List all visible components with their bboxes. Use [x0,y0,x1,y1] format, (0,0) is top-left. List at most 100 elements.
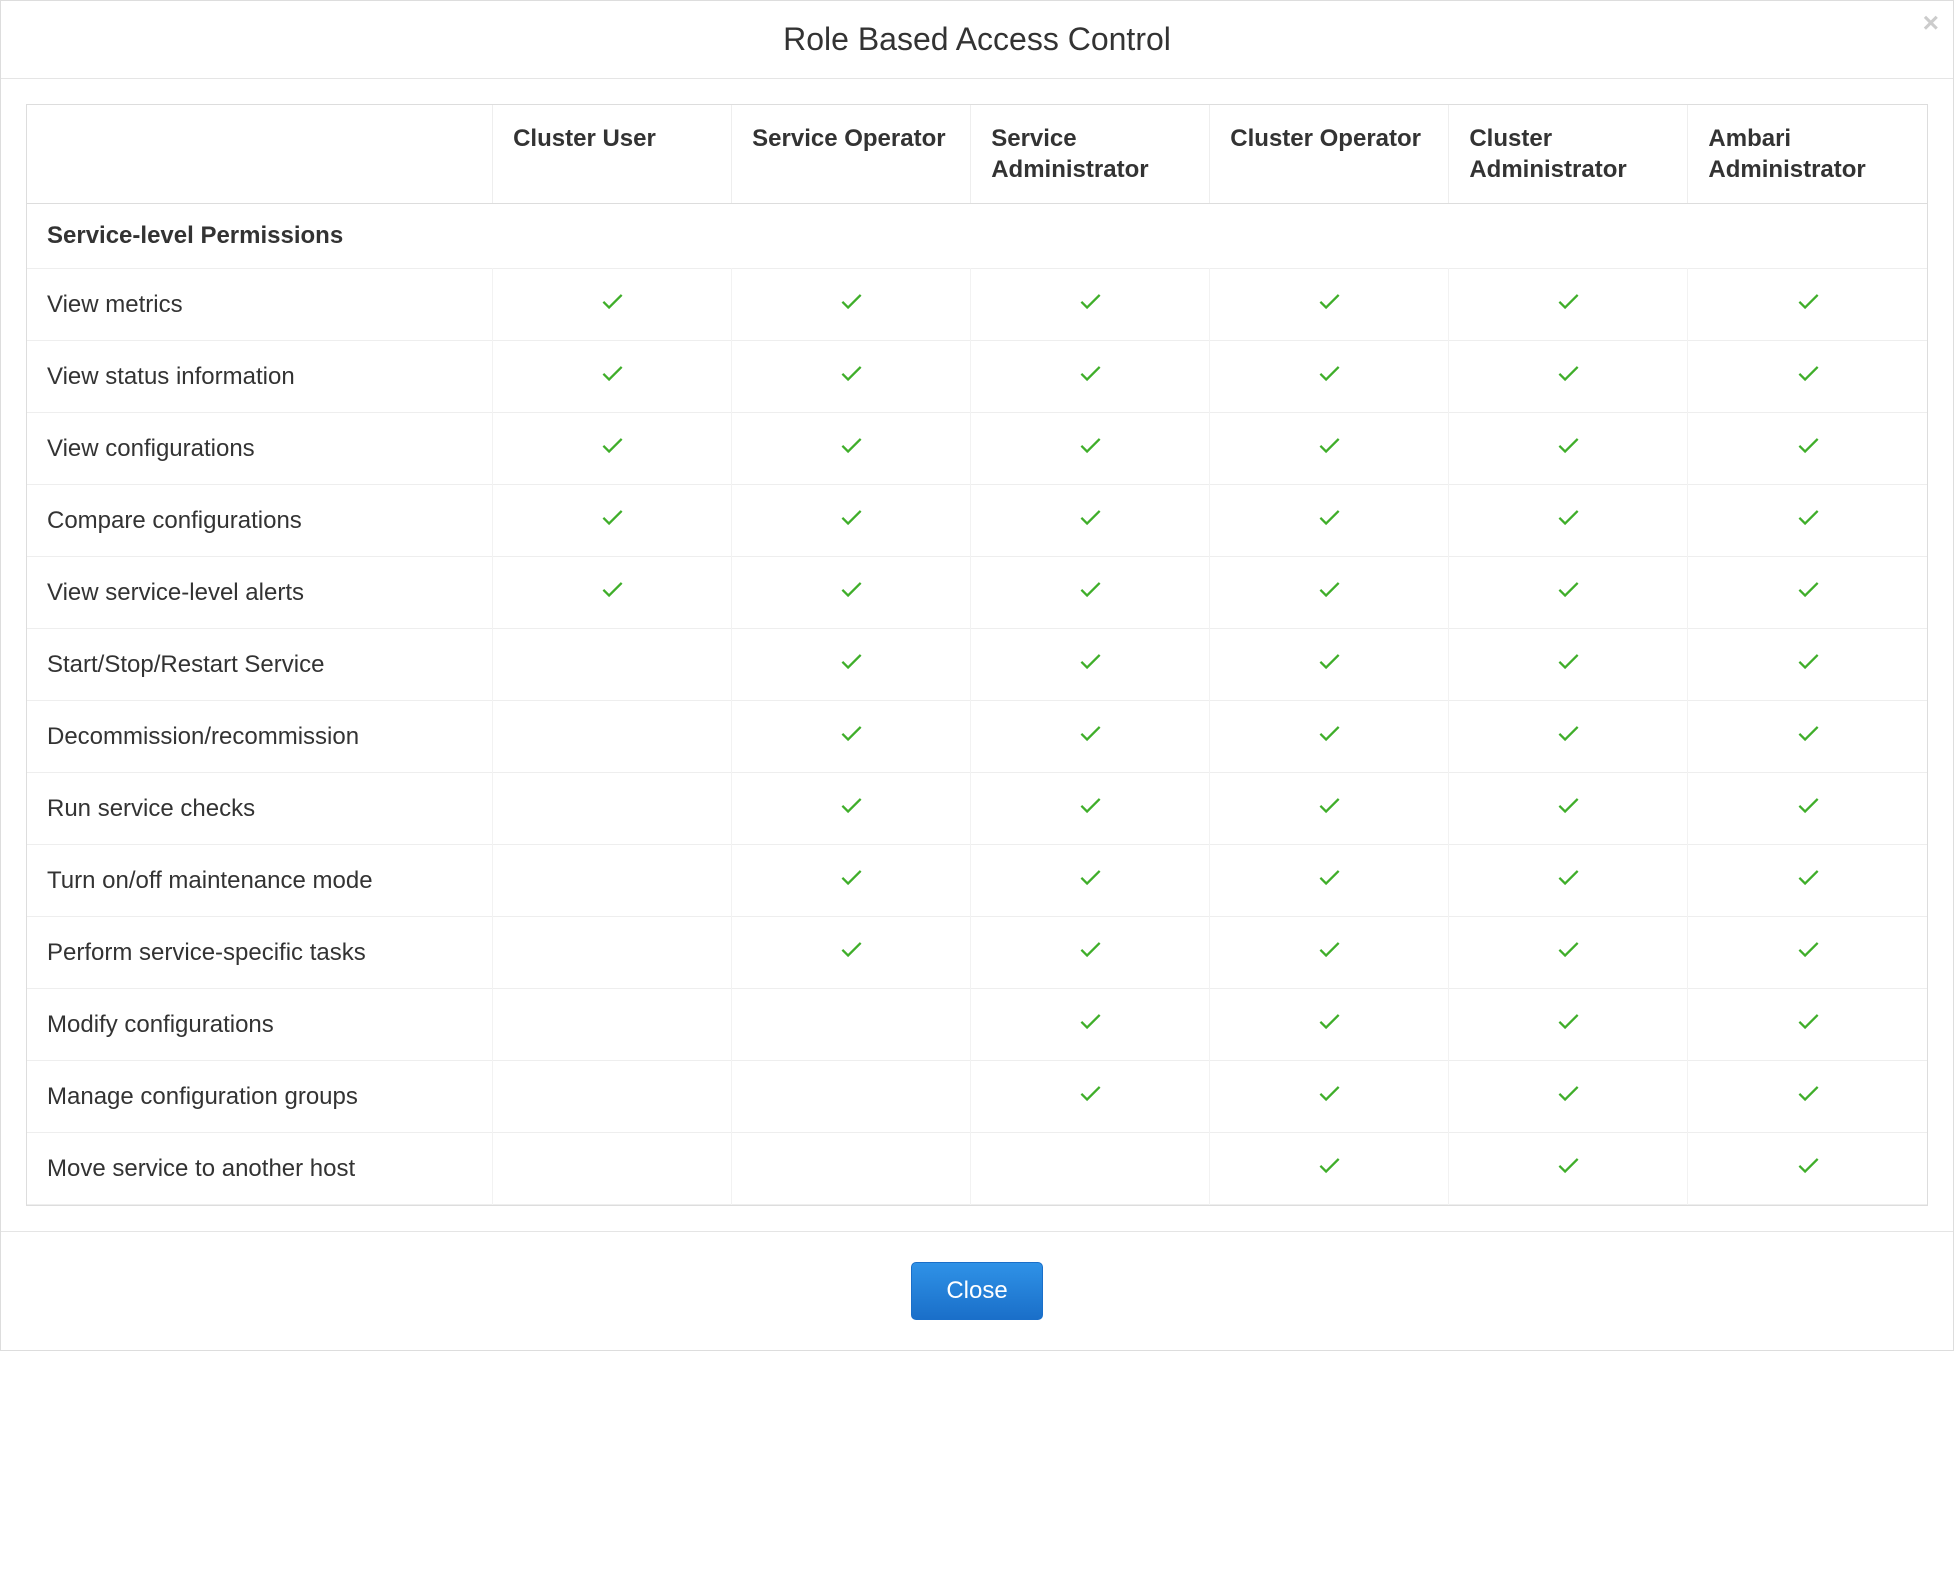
check-icon [598,431,626,459]
check-icon [1315,647,1343,675]
permission-cell [732,629,971,701]
table-row: View service-level alerts [27,557,1927,629]
check-icon [837,503,865,531]
check-icon [1794,647,1822,675]
modal-body: Cluster UserService OperatorService Admi… [1,79,1953,1231]
check-icon [1076,575,1104,603]
permission-cell [1688,629,1927,701]
check-icon [1794,863,1822,891]
check-icon [837,359,865,387]
permission-cell [1688,341,1927,413]
permission-cell [1210,557,1449,629]
section-header-row: Service-level Permissions [27,204,1927,269]
check-icon [1076,287,1104,315]
check-icon [1794,719,1822,747]
check-icon [1794,287,1822,315]
permission-cell [971,1133,1210,1205]
column-header-role: Cluster Administrator [1449,105,1688,204]
permission-cell [1449,341,1688,413]
column-header-role: Service Operator [732,105,971,204]
modal-header: Role Based Access Control × [1,1,1953,79]
check-icon [1554,431,1582,459]
permission-cell [1210,917,1449,989]
check-icon [1315,1007,1343,1035]
permission-cell [1688,413,1927,485]
close-button[interactable]: Close [911,1262,1042,1320]
permission-cell [971,629,1210,701]
check-icon [1554,1079,1582,1107]
permission-cell [1449,629,1688,701]
check-icon [1076,935,1104,963]
permission-cell [1449,269,1688,341]
close-icon[interactable]: × [1923,9,1939,37]
check-icon [598,503,626,531]
permission-cell [971,701,1210,773]
permission-cell [732,701,971,773]
check-icon [837,791,865,819]
check-icon [1554,503,1582,531]
permission-label: Perform service-specific tasks [27,917,493,989]
table-row: Run service checks [27,773,1927,845]
permission-cell [493,269,732,341]
permissions-table: Cluster UserService OperatorService Admi… [26,104,1928,1206]
permission-label: Move service to another host [27,1133,493,1205]
permission-cell [493,917,732,989]
permission-cell [971,773,1210,845]
permission-cell [971,845,1210,917]
permission-label: Start/Stop/Restart Service [27,629,493,701]
check-icon [837,719,865,747]
check-icon [1794,791,1822,819]
check-icon [1315,431,1343,459]
permission-cell [732,413,971,485]
check-icon [837,647,865,675]
permission-label: View status information [27,341,493,413]
permission-cell [1688,773,1927,845]
permission-cell [1688,701,1927,773]
check-icon [837,575,865,603]
permission-label: View metrics [27,269,493,341]
permission-cell [732,341,971,413]
permission-cell [1449,557,1688,629]
permission-label: View configurations [27,413,493,485]
check-icon [1315,1079,1343,1107]
check-icon [1315,791,1343,819]
check-icon [1076,719,1104,747]
permission-cell [1449,413,1688,485]
check-icon [1076,359,1104,387]
permission-cell [493,989,732,1061]
check-icon [1554,1151,1582,1179]
permission-cell [1210,269,1449,341]
check-icon [1554,575,1582,603]
permission-cell [971,413,1210,485]
check-icon [1315,575,1343,603]
permission-cell [1449,845,1688,917]
permission-cell [1449,1133,1688,1205]
permission-cell [971,917,1210,989]
permission-cell [732,269,971,341]
column-header-role: Ambari Administrator [1688,105,1927,204]
table-row: Decommission/recommission [27,701,1927,773]
permission-cell [732,845,971,917]
check-icon [1076,431,1104,459]
table-row: Move service to another host [27,1133,1927,1205]
permission-cell [1688,485,1927,557]
check-icon [1315,503,1343,531]
permission-cell [1688,845,1927,917]
check-icon [1554,287,1582,315]
check-icon [1794,935,1822,963]
permission-cell [493,1061,732,1133]
permission-label: Run service checks [27,773,493,845]
table-scroll-area[interactable]: Service-level PermissionsView metricsVie… [27,204,1927,1205]
check-icon [1076,503,1104,531]
check-icon [598,575,626,603]
permission-cell [732,557,971,629]
permission-label: Turn on/off maintenance mode [27,845,493,917]
permission-cell [493,773,732,845]
section-title: Service-level Permissions [27,204,1927,269]
check-icon [1315,863,1343,891]
permission-cell [1210,773,1449,845]
permission-label: Decommission/recommission [27,701,493,773]
permission-cell [1688,269,1927,341]
permission-cell [493,701,732,773]
permission-cell [493,557,732,629]
